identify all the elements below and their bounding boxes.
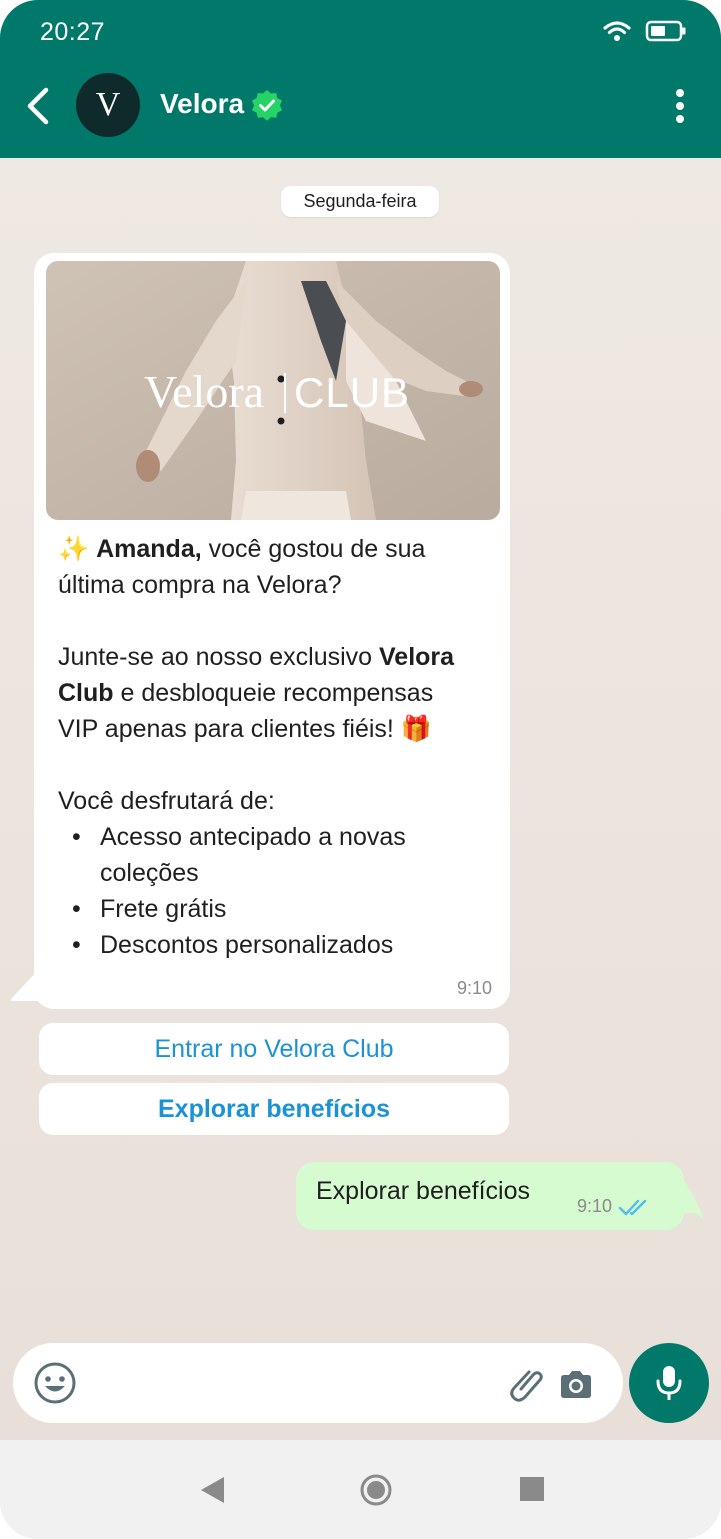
join-club-button[interactable]: Entrar no Velora Club bbox=[39, 1023, 509, 1075]
club-name-bold: Club bbox=[58, 679, 114, 707]
verified-badge-icon bbox=[252, 90, 282, 121]
message-line: você gostou de sua bbox=[201, 535, 426, 563]
chat-area[interactable]: Segunda-feira Velora CLUB ✨ Amanda, você… bbox=[0, 158, 721, 1440]
phone-screen: 20:27 V Velora Segunda-feira Velora CLUB… bbox=[0, 0, 721, 1539]
benefit-item: Acesso antecipado a novas coleções bbox=[58, 819, 498, 891]
nav-home-icon[interactable] bbox=[360, 1474, 392, 1506]
message-line: Junte-se ao nosso exclusivo bbox=[58, 643, 380, 671]
benefit-item: Descontos personalizados bbox=[58, 927, 498, 963]
club-name-bold: Velora bbox=[379, 643, 455, 671]
battery-icon bbox=[645, 20, 686, 42]
attach-icon[interactable] bbox=[509, 1367, 545, 1403]
outgoing-meta: 9:10 bbox=[577, 1196, 652, 1217]
message-line: e desbloqueie recompensas bbox=[113, 679, 434, 707]
nav-back-icon[interactable] bbox=[200, 1476, 226, 1504]
outgoing-timestamp: 9:10 bbox=[576, 1196, 612, 1216]
incoming-message-bubble[interactable]: Velora CLUB ✨ Amanda, você gostou de sua… bbox=[34, 253, 510, 1009]
wifi-icon bbox=[603, 21, 631, 41]
system-navigation-bar bbox=[0, 1440, 721, 1539]
microphone-icon bbox=[656, 1366, 682, 1400]
benefits-intro: Você desfrutará de: bbox=[58, 787, 275, 815]
chat-header: 20:27 V Velora bbox=[0, 0, 721, 158]
date-separator: Segunda-feira bbox=[281, 186, 439, 217]
gift-emoji: 🎁 bbox=[400, 715, 432, 743]
contact-avatar[interactable]: V bbox=[76, 73, 140, 137]
message-timestamp: 9:10 bbox=[456, 978, 492, 998]
explore-benefits-button[interactable]: Explorar benefícios bbox=[39, 1083, 509, 1135]
back-arrow-icon[interactable] bbox=[20, 84, 60, 128]
mic-button[interactable] bbox=[629, 1343, 709, 1423]
read-receipt-icon bbox=[618, 1199, 647, 1215]
emoji-icon[interactable] bbox=[33, 1361, 77, 1405]
camera-icon[interactable] bbox=[557, 1367, 595, 1403]
contact-name[interactable]: Velora bbox=[160, 88, 244, 120]
more-options-icon[interactable] bbox=[673, 88, 687, 124]
message-line: última compra na Velora? bbox=[58, 571, 342, 599]
message-line: VIP apenas para clientes fiéis! bbox=[58, 715, 401, 743]
promo-club-text: CLUB bbox=[294, 369, 410, 416]
message-text: ✨ Amanda, você gostou de sua última comp… bbox=[58, 531, 498, 963]
benefits-list: Acesso antecipado a novas coleções Frete… bbox=[58, 819, 498, 963]
customer-name: Amanda, bbox=[96, 535, 202, 563]
message-input-bar[interactable] bbox=[13, 1343, 623, 1423]
nav-recent-icon[interactable] bbox=[519, 1476, 545, 1502]
status-icons bbox=[603, 20, 687, 42]
sparkles-emoji: ✨ bbox=[58, 535, 90, 563]
benefit-item: Frete grátis bbox=[58, 891, 498, 927]
velora-club-photo: Velora CLUB bbox=[46, 261, 500, 520]
promo-brand-text: Velora bbox=[144, 366, 264, 417]
status-time: 20:27 bbox=[40, 18, 106, 46]
outgoing-message-text: Explorar benefícios bbox=[316, 1177, 531, 1205]
promo-image[interactable]: Velora CLUB bbox=[46, 261, 500, 520]
outgoing-message-bubble[interactable]: Explorar benefícios 9:10 bbox=[296, 1162, 684, 1230]
